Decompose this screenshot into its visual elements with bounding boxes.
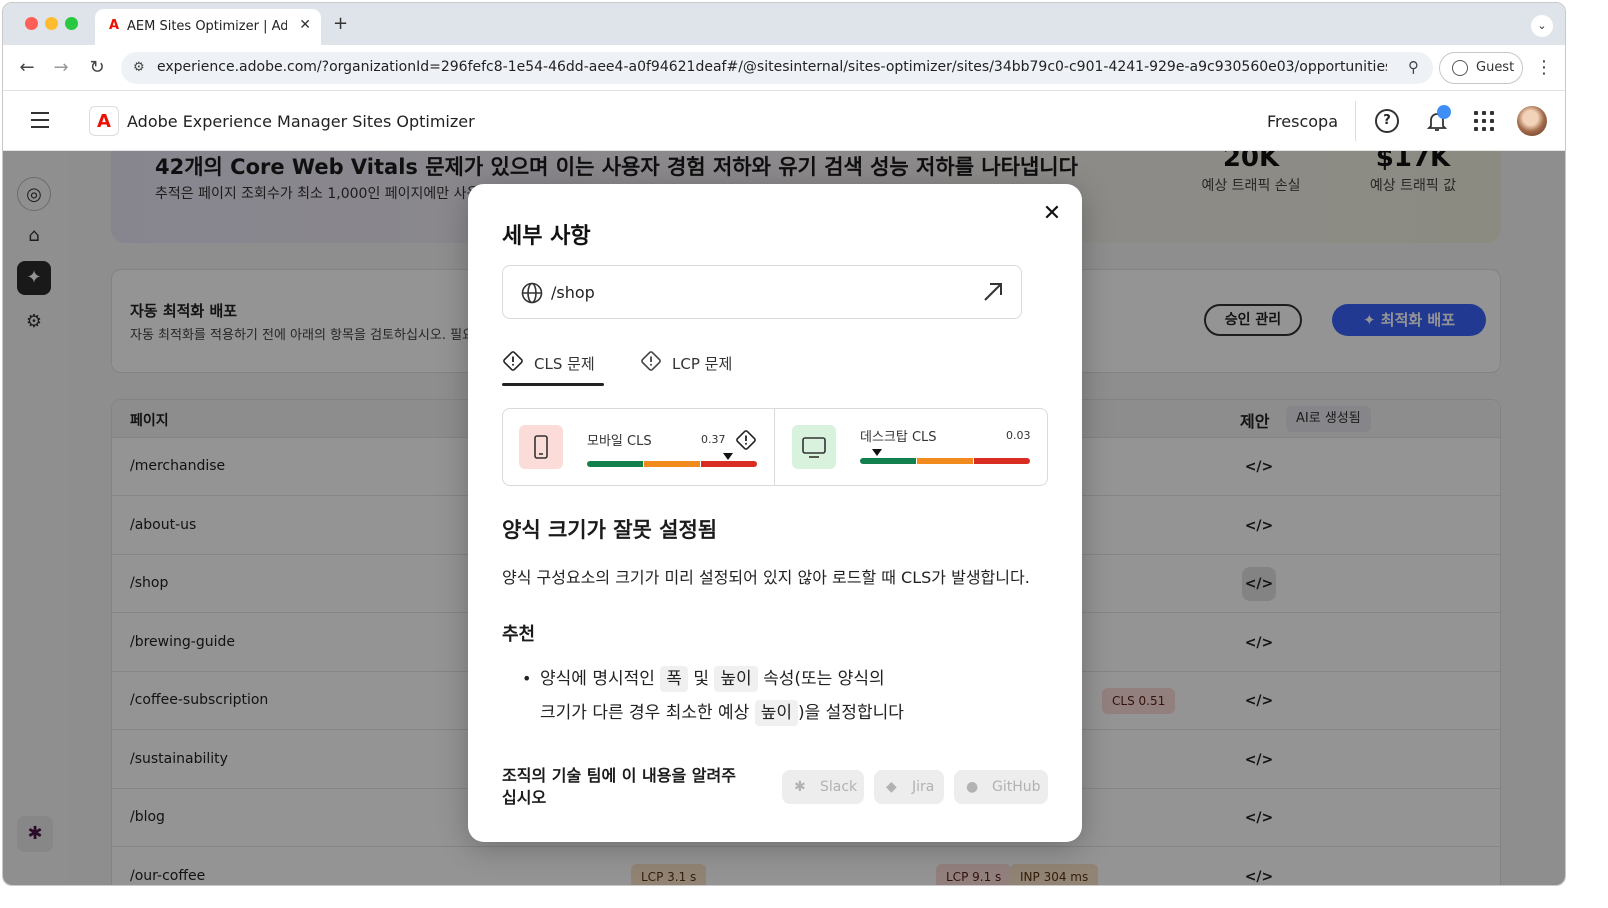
globe-icon <box>521 282 543 304</box>
help-icon[interactable]: ? <box>1375 109 1399 133</box>
slack-label: Slack <box>820 779 858 795</box>
warning-diamond-icon <box>736 430 756 450</box>
notify-team-text: 조직의 기술 팀에 이 내용을 알려주십시오 <box>502 766 736 807</box>
notification-badge <box>1437 105 1451 119</box>
mobile-cls-marker <box>722 453 733 460</box>
alert-diamond-icon <box>641 351 661 371</box>
minimize-window-button[interactable] <box>45 17 58 30</box>
jira-share-button[interactable]: ◆ Jira <box>874 770 944 804</box>
browser-menu-icon[interactable]: ⋮ <box>1535 57 1553 78</box>
reload-icon[interactable]: ↻ <box>85 56 109 80</box>
recommendation-line-2: 크기가 다른 경우 최소한 예상 높이)을 설정합니다 <box>540 696 904 730</box>
desktop-cls-bar <box>860 458 1030 464</box>
app-title: Adobe Experience Manager Sites Optimizer <box>127 112 475 131</box>
person-icon <box>1452 60 1468 76</box>
org-switcher[interactable]: Frescopa <box>1267 112 1338 131</box>
tab-lcp-issues[interactable]: LCP 문제 <box>640 350 750 386</box>
recommendation-line-1: 양식에 명시적인 폭 및 높이 속성(또는 양식의 <box>540 662 885 696</box>
github-label: GitHub <box>992 779 1041 795</box>
page-path: /shop <box>551 283 595 302</box>
rec-text: )을 설정합니다 <box>797 703 904 723</box>
recommendation-title: 추천 <box>502 624 536 645</box>
header-divider <box>1355 101 1356 141</box>
back-arrow-icon[interactable]: ← <box>15 56 39 80</box>
zoom-window-button[interactable] <box>65 17 78 30</box>
tab-cls-label: CLS 문제 <box>534 355 595 373</box>
desktop-cls-value: 0.03 <box>1006 429 1031 442</box>
tab-list-chevron-icon[interactable]: ⌄ <box>1531 15 1553 37</box>
slack-icon: ✱ <box>794 779 806 795</box>
tab-cls-issues[interactable]: CLS 문제 <box>502 350 604 386</box>
mobile-cls-value: 0.37 <box>701 433 726 446</box>
tab-lcp-label: LCP 문제 <box>672 355 733 373</box>
jira-icon: ◆ <box>886 779 897 795</box>
forward-arrow-icon[interactable]: → <box>49 56 73 80</box>
alert-diamond-icon <box>503 351 523 371</box>
active-tab-indicator <box>502 383 604 386</box>
url-text[interactable]: experience.adobe.com/?organizationId=296… <box>157 59 1387 75</box>
hamburger-menu-icon[interactable] <box>31 112 49 133</box>
mobile-cls-bar <box>587 461 757 467</box>
mobile-cls-panel: 모바일 CLS 0.37 <box>503 409 775 485</box>
slack-share-button[interactable]: ✱ Slack <box>782 770 864 804</box>
adobe-logo-icon: A <box>89 106 119 136</box>
browser-toolbar: ← → ↻ ⚙ experience.adobe.com/?organizati… <box>3 45 1565 91</box>
rec-text: 및 <box>693 669 709 689</box>
adobe-favicon-icon: A <box>108 18 120 33</box>
desktop-cls-marker <box>871 449 882 456</box>
new-tab-icon[interactable]: + <box>333 13 348 34</box>
bullet: • <box>522 669 532 688</box>
app-header: A Adobe Experience Manager Sites Optimiz… <box>3 91 1565 151</box>
mobile-device-icon <box>519 425 563 469</box>
desktop-cls-label: 데스크탑 CLS <box>860 430 937 445</box>
rec-text: 양식에 명시적인 <box>540 669 655 689</box>
rec-text: 크기가 다른 경우 최소한 예상 <box>540 703 750 723</box>
details-dialog: ✕ 세부 사항 /shop CLS 문제 LCP 문제 모바일 CLS 0.37… <box>468 184 1082 842</box>
tab-close-icon[interactable]: ✕ <box>299 17 311 33</box>
app-switcher-grid-icon[interactable] <box>1474 111 1494 131</box>
desktop-device-icon <box>792 425 836 469</box>
rec-text: 속성(또는 양식의 <box>763 669 885 689</box>
site-settings-icon[interactable]: ⚙ <box>133 60 145 75</box>
close-window-button[interactable] <box>25 17 38 30</box>
user-avatar[interactable] <box>1517 106 1547 136</box>
issue-title: 양식 크기가 잘못 설정됨 <box>502 518 718 542</box>
desktop-cls-panel: 데스크탑 CLS 0.03 <box>776 409 1048 485</box>
issue-description: 양식 구성요소의 크기가 미리 설정되어 있지 않아 로드할 때 CLS가 발생… <box>502 568 1030 587</box>
profile-label: Guest <box>1476 60 1515 75</box>
tab-bar: A AEM Sites Optimizer | Adobe ✕ + ⌄ <box>3 3 1565 45</box>
zoom-magnifier-icon[interactable]: ⚲ <box>1408 58 1419 76</box>
browser-tab[interactable]: A AEM Sites Optimizer | Adobe ✕ <box>95 9 321 45</box>
open-external-arrow-icon[interactable] <box>979 278 1007 306</box>
address-bar[interactable]: ⚙ experience.adobe.com/?organizationId=2… <box>121 52 1433 84</box>
github-icon: ● <box>966 779 979 795</box>
code-chip-height: 높이 <box>714 666 758 692</box>
code-chip-width: 폭 <box>660 666 688 692</box>
tab-title: AEM Sites Optimizer | Adobe <box>127 19 287 34</box>
dialog-title: 세부 사항 <box>502 224 591 249</box>
code-chip-height: 높이 <box>754 700 798 726</box>
close-icon[interactable]: ✕ <box>1040 202 1064 226</box>
github-share-button[interactable]: ● GitHub <box>954 770 1048 804</box>
page-url-card: /shop <box>502 265 1022 319</box>
cls-metrics-card: 모바일 CLS 0.37 데스크탑 CLS 0.03 <box>502 408 1048 486</box>
jira-label: Jira <box>912 779 935 795</box>
profile-button[interactable]: Guest <box>1439 52 1523 84</box>
mobile-cls-label: 모바일 CLS <box>587 434 652 449</box>
